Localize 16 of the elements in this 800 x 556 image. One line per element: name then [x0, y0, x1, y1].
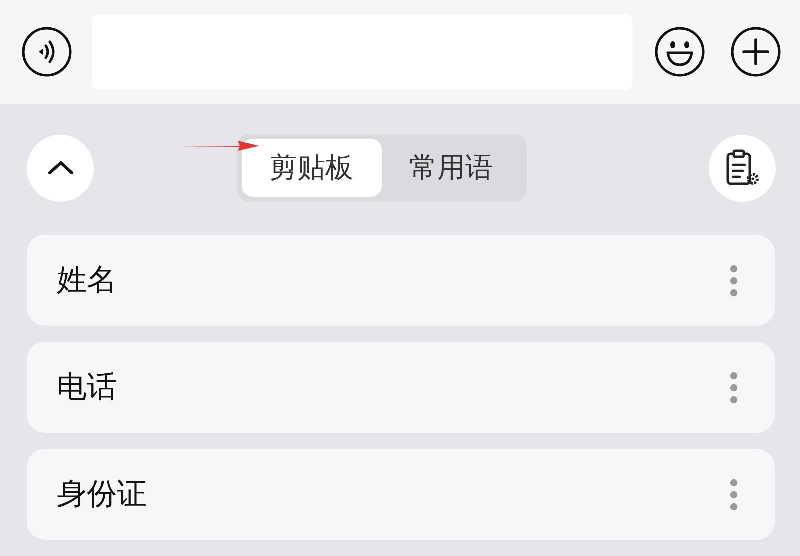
more-icon[interactable] — [729, 370, 739, 404]
clipboard-item[interactable]: 电话 — [27, 342, 775, 433]
more-icon[interactable] — [729, 478, 739, 512]
item-text: 电话 — [57, 369, 117, 407]
item-text: 姓名 — [57, 262, 117, 300]
tab[interactable]: 剪贴板 — [242, 139, 382, 197]
emoji-icon[interactable] — [655, 27, 705, 77]
more-icon[interactable] — [729, 264, 739, 298]
tab[interactable]: 常用语 — [382, 139, 522, 197]
voice-icon[interactable] — [22, 27, 72, 77]
add-icon[interactable] — [731, 27, 781, 77]
chevron-up-icon — [46, 160, 74, 176]
clipboard-settings-icon — [724, 149, 760, 187]
item-text: 身份证 — [57, 476, 147, 514]
clipboard-item[interactable]: 姓名 — [27, 235, 775, 326]
clipboard-item[interactable]: 身份证 — [27, 449, 775, 540]
